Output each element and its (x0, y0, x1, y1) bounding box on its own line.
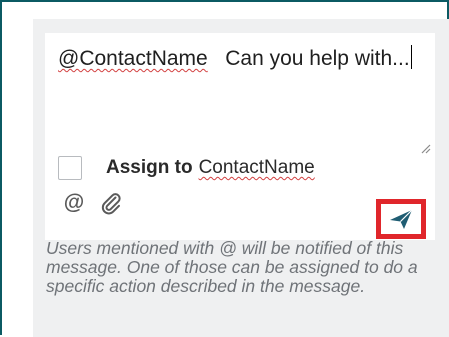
message-input[interactable]: @ContactName Can you help with... (58, 44, 418, 154)
message-text: Can you help with... (225, 47, 410, 70)
assign-label: Assign to (106, 157, 193, 178)
send-icon (390, 209, 413, 229)
window-frame: @ContactName Can you help with... Assign… (0, 0, 449, 337)
assign-row: Assign to ContactName (58, 153, 315, 183)
at-icon[interactable]: @ (62, 191, 86, 215)
assign-contact-name: ContactName (198, 157, 315, 178)
paperclip-icon[interactable] (99, 191, 123, 215)
resize-grip-icon[interactable] (419, 142, 431, 154)
send-button[interactable] (386, 207, 416, 231)
message-composer: @ContactName Can you help with... Assign… (45, 33, 435, 240)
mention-text: @ContactName (58, 47, 208, 70)
send-button-highlight (376, 199, 426, 239)
text-caret (410, 45, 412, 69)
assign-checkbox[interactable] (58, 156, 82, 180)
help-text: Users mentioned with @ will be notified … (46, 238, 418, 296)
comment-panel: @ContactName Can you help with... Assign… (33, 19, 449, 337)
